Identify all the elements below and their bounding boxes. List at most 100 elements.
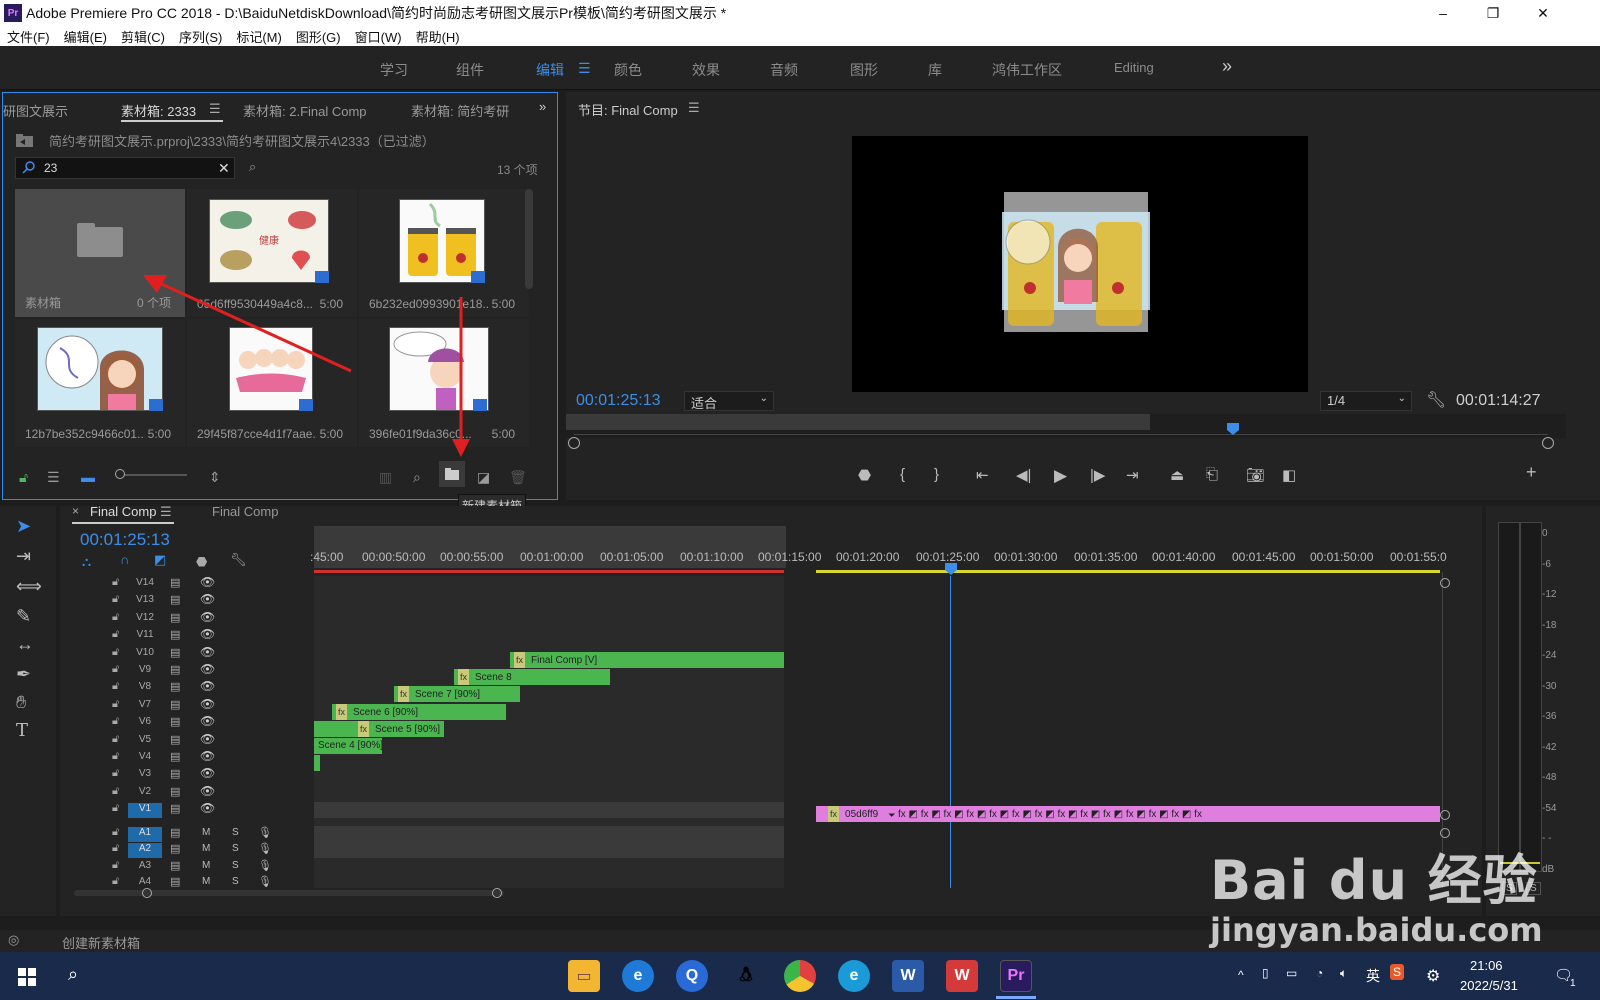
track-select-tool-icon[interactable]: ⇥: [16, 546, 31, 567]
lock-track-icon[interactable]: 🔓︎: [112, 593, 119, 606]
lock-track-icon[interactable]: 🔓︎: [112, 576, 119, 589]
lock-track-icon[interactable]: 🔓︎: [112, 646, 119, 659]
parent-folder-icon[interactable]: [15, 133, 35, 149]
solo-button[interactable]: S: [232, 843, 239, 854]
track-label[interactable]: A2: [128, 843, 162, 859]
more-tabs-icon[interactable]: »: [539, 99, 546, 114]
clip-scene-6[interactable]: fx Scene 6 [90%]: [332, 704, 506, 720]
extract-icon[interactable]: ⎗: [1206, 466, 1218, 483]
lock-track-icon[interactable]: 🔓︎: [112, 750, 119, 763]
sync-lock-icon[interactable]: ▤: [170, 576, 180, 589]
toggle-output-eye-icon[interactable]: 👁︎: [200, 592, 215, 606]
tab-bin-final-comp[interactable]: 素材箱: 2.Final Comp: [243, 101, 367, 120]
toggle-output-eye-icon[interactable]: 👁︎: [200, 801, 215, 815]
sync-lock-icon[interactable]: ▤: [170, 826, 180, 839]
time-ruler[interactable]: [566, 414, 1566, 438]
lock-track-icon[interactable]: 🔓︎: [112, 859, 119, 872]
sync-lock-icon[interactable]: ▤: [170, 859, 180, 872]
workspace-graphics[interactable]: 图形: [850, 60, 878, 80]
go-to-out-icon[interactable]: ⇥: [1126, 466, 1139, 484]
type-tool-icon[interactable]: T: [16, 720, 28, 741]
menu-graphics[interactable]: 图形(G): [289, 27, 348, 46]
toggle-output-eye-icon[interactable]: 👁︎: [200, 714, 215, 728]
mark-out-icon[interactable]: }: [934, 466, 939, 483]
sync-lock-icon[interactable]: ▤: [170, 875, 180, 888]
sync-lock-icon[interactable]: ▤: [170, 767, 180, 780]
toggle-output-eye-icon[interactable]: 👁︎: [200, 732, 215, 746]
menu-marker[interactable]: 标记(M): [229, 27, 289, 46]
edge-icon[interactable]: e: [838, 960, 870, 992]
workspace-editing[interactable]: 编辑: [536, 60, 564, 80]
lock-track-icon[interactable]: 🔓︎: [112, 698, 119, 711]
sort-icon[interactable]: ⇕: [209, 469, 221, 486]
toggle-output-eye-icon[interactable]: 👁︎: [200, 697, 215, 711]
timeline-timecode[interactable]: 00:01:25:13: [80, 530, 170, 550]
work-area-bar[interactable]: [566, 414, 1150, 430]
sync-lock-icon[interactable]: ▤: [170, 680, 180, 693]
track-label[interactable]: V7: [128, 699, 162, 714]
sync-lock-icon[interactable]: ▤: [170, 785, 180, 798]
clock-date[interactable]: 2022/5/31: [1460, 978, 1518, 993]
workspace-libraries[interactable]: 库: [928, 60, 942, 80]
panel-menu-icon[interactable]: ☰: [209, 101, 221, 117]
track-label[interactable]: V14: [128, 577, 162, 592]
toggle-output-eye-icon[interactable]: 👁︎: [200, 766, 215, 780]
toggle-output-eye-icon[interactable]: 👁︎: [200, 662, 215, 676]
mute-button[interactable]: M: [202, 876, 210, 887]
horizontal-scrollbar[interactable]: [74, 890, 504, 896]
mute-button[interactable]: M: [202, 843, 210, 854]
pen-tool-icon[interactable]: ✒: [16, 664, 31, 685]
timeline-settings-icon[interactable]: 🔧︎: [230, 552, 247, 568]
workspace-custom[interactable]: 鸿伟工作区: [992, 60, 1062, 80]
track-label[interactable]: A1: [128, 826, 162, 842]
sync-lock-icon[interactable]: ▤: [170, 611, 180, 624]
toggle-output-eye-icon[interactable]: 👁︎: [200, 749, 215, 763]
add-marker-icon[interactable]: ⬣: [858, 466, 871, 484]
close-button[interactable]: ✕: [1520, 0, 1566, 26]
lock-track-icon[interactable]: 🔓︎: [112, 826, 119, 839]
selection-tool-icon[interactable]: ➤: [16, 516, 31, 537]
toggle-output-eye-icon[interactable]: 👁︎: [200, 627, 215, 641]
solo-button[interactable]: S: [232, 860, 239, 871]
track-label[interactable]: V5: [128, 734, 162, 749]
taskbar-search-icon[interactable]: ⌕: [68, 964, 78, 985]
track-label[interactable]: V4: [128, 751, 162, 766]
lock-track-icon[interactable]: 🔓︎: [112, 785, 119, 798]
ime-indicator[interactable]: 英: [1366, 966, 1380, 986]
solo-button[interactable]: S: [232, 876, 239, 887]
clip-scene-5[interactable]: fx Scene 5 [90%]: [314, 721, 444, 737]
tray-expand-icon[interactable]: ^: [1238, 968, 1244, 982]
solo-button[interactable]: S: [232, 827, 239, 838]
video-track-row[interactable]: 🔓︎ V5 ▤ 👁︎: [60, 732, 1456, 749]
menu-help[interactable]: 帮助(H): [409, 27, 467, 46]
sync-lock-icon[interactable]: ▤: [170, 802, 180, 815]
menu-clip[interactable]: 剪辑(C): [114, 27, 172, 46]
workspace-assembly[interactable]: 组件: [456, 60, 484, 80]
track-label[interactable]: V6: [128, 716, 162, 731]
track-label[interactable]: A3: [128, 860, 162, 875]
clip-image-sequence[interactable]: fx 05d6ff9 🞃 fx ◩ fx ◩ fx ◩ fx ◩ fx ◩ fx ◩…: [816, 806, 1440, 822]
mark-in-icon[interactable]: {: [900, 466, 905, 483]
sync-lock-icon[interactable]: ▤: [170, 646, 180, 659]
lock-track-icon[interactable]: 🔓︎: [112, 680, 119, 693]
tray-usb-icon[interactable]: ▯: [1262, 966, 1269, 980]
video-track-row[interactable]: 🔓︎ V2 ▤ 👁︎: [60, 784, 1456, 801]
add-marker-icon[interactable]: ⬣: [196, 554, 207, 570]
video-track-row[interactable]: 🔓︎ V14 ▤ 👁︎: [60, 575, 1456, 592]
windows-start-icon[interactable]: [18, 968, 36, 986]
voiceover-mic-icon[interactable]: 🎙︎: [258, 826, 272, 839]
sync-lock-icon[interactable]: ▤: [170, 663, 180, 676]
zoom-right-handle[interactable]: [1542, 437, 1554, 449]
workspace-audio[interactable]: 音频: [770, 60, 798, 80]
linked-selection-icon[interactable]: ◩: [154, 552, 166, 568]
step-forward-icon[interactable]: |▶: [1090, 466, 1105, 484]
program-menu-icon[interactable]: ☰: [688, 100, 700, 116]
new-item-icon[interactable]: ◪: [477, 469, 490, 486]
lock-track-icon[interactable]: 🔓︎: [112, 875, 119, 888]
settings-gear-icon[interactable]: ⚙: [1426, 966, 1440, 986]
track-label[interactable]: V11: [128, 629, 162, 644]
sync-lock-icon[interactable]: ▤: [170, 750, 180, 763]
timeline-playhead-icon[interactable]: [944, 562, 958, 576]
tab-bin-simple[interactable]: 素材箱: 简约考研: [411, 101, 509, 120]
sogou-ime-icon[interactable]: S: [1390, 964, 1405, 980]
